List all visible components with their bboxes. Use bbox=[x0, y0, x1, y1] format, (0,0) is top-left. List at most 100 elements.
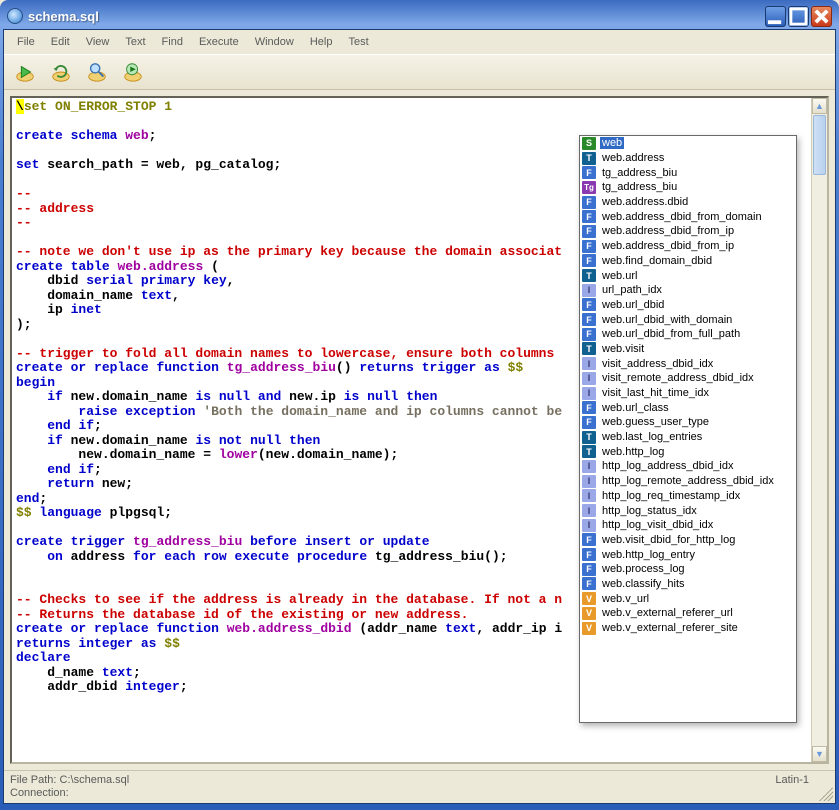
autocomplete-item[interactable]: Ihttp_log_visit_dbid_idx bbox=[580, 518, 796, 533]
menu-file[interactable]: File bbox=[10, 34, 42, 50]
autocomplete-item[interactable]: Sweb bbox=[580, 136, 796, 151]
menu-edit[interactable]: Edit bbox=[44, 34, 77, 50]
menu-test[interactable]: Test bbox=[341, 34, 375, 50]
client-area: File Edit View Text Find Execute Window … bbox=[3, 29, 836, 804]
autocomplete-label: web.guess_user_type bbox=[600, 416, 711, 428]
f-type-icon: F bbox=[582, 196, 596, 209]
autocomplete-label: web.address bbox=[600, 152, 666, 164]
v-type-icon: V bbox=[582, 622, 596, 635]
t-type-icon: T bbox=[582, 342, 596, 355]
run-button[interactable] bbox=[10, 58, 40, 86]
f-type-icon: F bbox=[582, 166, 596, 179]
autocomplete-item[interactable]: Fweb.url_dbid bbox=[580, 298, 796, 313]
autocomplete-item[interactable]: Tweb.http_log bbox=[580, 444, 796, 459]
autocomplete-item[interactable]: Fweb.address_dbid_from_domain bbox=[580, 209, 796, 224]
autocomplete-item[interactable]: Ivisit_address_dbid_idx bbox=[580, 356, 796, 371]
autocomplete-label: web.address_dbid_from_ip bbox=[600, 225, 736, 237]
f-type-icon: F bbox=[582, 328, 596, 341]
f-type-icon: F bbox=[582, 563, 596, 576]
maximize-button[interactable] bbox=[788, 6, 809, 27]
autocomplete-item[interactable]: Tweb.url bbox=[580, 268, 796, 283]
run-play-button[interactable] bbox=[118, 58, 148, 86]
autocomplete-label: web.address_dbid_from_domain bbox=[600, 211, 764, 223]
autocomplete-item[interactable]: Fweb.url_dbid_with_domain bbox=[580, 312, 796, 327]
autocomplete-item[interactable]: Vweb.v_external_referer_url bbox=[580, 606, 796, 621]
autocomplete-item[interactable]: Iurl_path_idx bbox=[580, 283, 796, 298]
f-type-icon: F bbox=[582, 240, 596, 253]
autocomplete-item[interactable]: Tweb.visit bbox=[580, 342, 796, 357]
t-type-icon: T bbox=[582, 431, 596, 444]
f-type-icon: F bbox=[582, 313, 596, 326]
autocomplete-item[interactable]: Fweb.address_dbid_from_ip bbox=[580, 239, 796, 254]
autocomplete-label: http_log_remote_address_dbid_idx bbox=[600, 475, 776, 487]
i-type-icon: I bbox=[582, 460, 596, 473]
i-type-icon: I bbox=[582, 489, 596, 502]
autocomplete-item[interactable]: Fweb.guess_user_type bbox=[580, 415, 796, 430]
editor-scrollbar[interactable]: ▲ ▼ bbox=[811, 98, 827, 762]
t-type-icon: T bbox=[582, 445, 596, 458]
autocomplete-label: web.classify_hits bbox=[600, 578, 687, 590]
status-encoding: Latin-1 bbox=[775, 774, 809, 786]
autocomplete-item[interactable]: Fweb.address_dbid_from_ip bbox=[580, 224, 796, 239]
autocomplete-item[interactable]: Ivisit_remote_address_dbid_idx bbox=[580, 371, 796, 386]
menu-find[interactable]: Find bbox=[155, 34, 190, 50]
autocomplete-popup[interactable]: SwebTweb.addressFtg_address_biuTgtg_addr… bbox=[579, 135, 797, 723]
autocomplete-label: web.v_url bbox=[600, 593, 651, 605]
run-refresh-button[interactable] bbox=[46, 58, 76, 86]
t-type-icon: T bbox=[582, 152, 596, 165]
app-icon bbox=[7, 8, 23, 24]
autocomplete-item[interactable]: Ftg_address_biu bbox=[580, 165, 796, 180]
autocomplete-item[interactable]: Tgtg_address_biu bbox=[580, 180, 796, 195]
scroll-down-arrow[interactable]: ▼ bbox=[812, 746, 827, 762]
autocomplete-item[interactable]: Ivisit_last_hit_time_idx bbox=[580, 386, 796, 401]
f-type-icon: F bbox=[582, 577, 596, 590]
s-type-icon: S bbox=[582, 137, 596, 150]
autocomplete-item[interactable]: Fweb.process_log bbox=[580, 562, 796, 577]
v-type-icon: V bbox=[582, 607, 596, 620]
run-search-button[interactable] bbox=[82, 58, 112, 86]
i-type-icon: I bbox=[582, 372, 596, 385]
autocomplete-item[interactable]: Vweb.v_external_referer_site bbox=[580, 621, 796, 636]
autocomplete-item[interactable]: Fweb.classify_hits bbox=[580, 577, 796, 592]
autocomplete-item[interactable]: Tweb.last_log_entries bbox=[580, 430, 796, 445]
scroll-up-arrow[interactable]: ▲ bbox=[812, 98, 827, 114]
menu-execute[interactable]: Execute bbox=[192, 34, 246, 50]
menu-help[interactable]: Help bbox=[303, 34, 340, 50]
autocomplete-label: http_log_address_dbid_idx bbox=[600, 460, 736, 472]
autocomplete-item[interactable]: Fweb.url_dbid_from_full_path bbox=[580, 327, 796, 342]
f-type-icon: F bbox=[582, 533, 596, 546]
autocomplete-item[interactable]: Ihttp_log_status_idx bbox=[580, 503, 796, 518]
autocomplete-item[interactable]: Fweb.address.dbid bbox=[580, 195, 796, 210]
autocomplete-label: web.url_dbid_with_domain bbox=[600, 314, 734, 326]
menu-text[interactable]: Text bbox=[118, 34, 152, 50]
resize-grip-icon[interactable] bbox=[819, 787, 833, 801]
f-type-icon: F bbox=[582, 548, 596, 561]
close-button[interactable] bbox=[811, 6, 832, 27]
scroll-thumb[interactable] bbox=[813, 115, 826, 175]
autocomplete-item[interactable]: Fweb.http_log_entry bbox=[580, 547, 796, 562]
autocomplete-item[interactable]: Ihttp_log_address_dbid_idx bbox=[580, 459, 796, 474]
autocomplete-label: web.url_dbid bbox=[600, 299, 666, 311]
status-filepath: File Path: C:\schema.sql bbox=[10, 774, 829, 786]
autocomplete-item[interactable]: Tweb.address bbox=[580, 151, 796, 166]
statusbar: File Path: C:\schema.sql Connection: Lat… bbox=[4, 770, 835, 803]
autocomplete-label: visit_address_dbid_idx bbox=[600, 358, 715, 370]
titlebar[interactable]: schema.sql bbox=[3, 3, 836, 29]
f-type-icon: F bbox=[582, 401, 596, 414]
autocomplete-label: tg_address_biu bbox=[600, 167, 679, 179]
window-frame: schema.sql File Edit View Text Find Exec… bbox=[0, 0, 839, 810]
autocomplete-label: visit_last_hit_time_idx bbox=[600, 387, 711, 399]
minimize-button[interactable] bbox=[765, 6, 786, 27]
autocomplete-item[interactable]: Fweb.visit_dbid_for_http_log bbox=[580, 533, 796, 548]
autocomplete-label: web.address.dbid bbox=[600, 196, 690, 208]
i-type-icon: I bbox=[582, 519, 596, 532]
menu-view[interactable]: View bbox=[79, 34, 117, 50]
tg-type-icon: Tg bbox=[582, 181, 596, 194]
autocomplete-label: web.process_log bbox=[600, 563, 687, 575]
autocomplete-item[interactable]: Ihttp_log_remote_address_dbid_idx bbox=[580, 474, 796, 489]
autocomplete-item[interactable]: Fweb.url_class bbox=[580, 400, 796, 415]
autocomplete-item[interactable]: Vweb.v_url bbox=[580, 591, 796, 606]
menu-window[interactable]: Window bbox=[248, 34, 301, 50]
autocomplete-item[interactable]: Fweb.find_domain_dbid bbox=[580, 254, 796, 269]
autocomplete-item[interactable]: Ihttp_log_req_timestamp_idx bbox=[580, 489, 796, 504]
